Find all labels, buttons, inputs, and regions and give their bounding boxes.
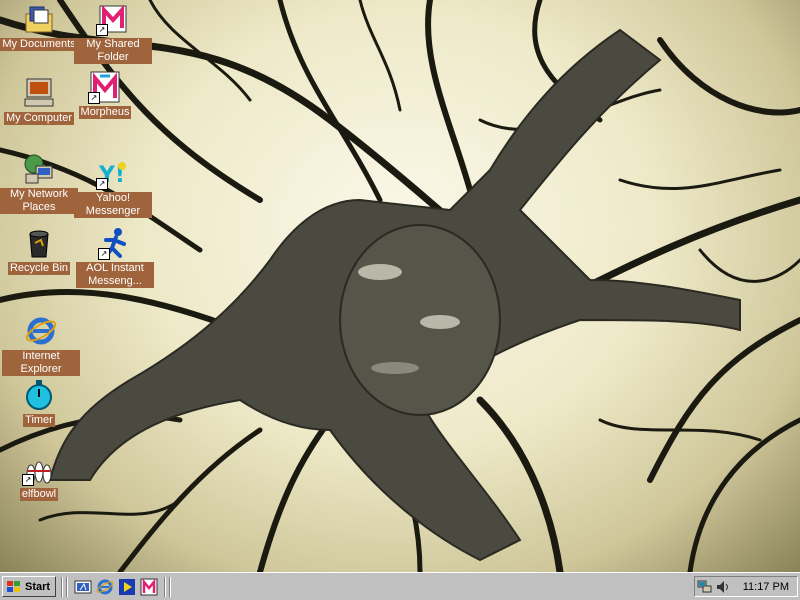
shortcut-arrow-icon: ↗ — [22, 474, 34, 486]
taskbar-separator — [61, 577, 63, 597]
network-icon[interactable] — [697, 579, 713, 595]
taskbar: Start 11:17 PM — [0, 572, 800, 600]
start-button[interactable]: Start — [2, 576, 56, 597]
desktop-icon-timer[interactable]: Timer — [0, 378, 78, 427]
bowling-pins-icon: ↗ — [22, 452, 56, 486]
desktop-icon-elfbowl[interactable]: ↗ elfbowl — [0, 452, 78, 501]
icon-label: elfbowl — [19, 488, 59, 501]
shortcut-arrow-icon: ↗ — [96, 178, 108, 190]
desktop-icon-my-shared-folder[interactable]: ↗ My Shared Folder — [74, 2, 152, 64]
shortcut-arrow-icon: ↗ — [88, 92, 100, 104]
clock[interactable]: 11:17 PM — [743, 581, 789, 593]
network-places-icon — [22, 152, 56, 186]
icon-label: My Shared Folder — [74, 38, 152, 64]
volume-icon[interactable] — [715, 579, 731, 595]
taskbar-separator — [164, 577, 166, 597]
icon-label: Recycle Bin — [7, 262, 71, 275]
aim-running-man-icon: ↗ — [98, 226, 132, 260]
shared-folder-icon: ↗ — [96, 2, 130, 36]
icon-label: Yahoo! Messenger — [74, 192, 152, 218]
yahoo-messenger-icon: Y! ↗ — [96, 156, 130, 190]
quick-launch-grip[interactable] — [66, 577, 68, 597]
desktop-icon-aol-instant-messenger[interactable]: ↗ AOL Instant Messeng... — [76, 226, 154, 288]
start-label: Start — [25, 580, 51, 593]
computer-icon — [22, 76, 56, 110]
morpheus-icon: ↗ — [88, 70, 122, 104]
system-tray: 11:17 PM — [694, 576, 798, 597]
media-player-icon[interactable] — [118, 578, 136, 596]
recycle-bin-icon — [22, 226, 56, 260]
desktop-icon-my-documents[interactable]: My Documents — [0, 2, 78, 51]
desktop[interactable]: My Documents My Computer My Network Plac… — [0, 0, 800, 572]
internet-explorer-icon[interactable] — [96, 578, 114, 596]
icon-label: Timer — [23, 414, 55, 427]
morpheus-icon[interactable] — [140, 578, 158, 596]
desktop-icon-recycle-bin[interactable]: Recycle Bin — [0, 226, 78, 275]
windows-logo-icon — [7, 580, 20, 592]
desktop-icon-internet-explorer[interactable]: Internet Explorer — [2, 314, 80, 376]
show-desktop-icon[interactable] — [74, 578, 92, 596]
icon-label: Morpheus — [78, 106, 132, 119]
folder-icon — [22, 2, 56, 36]
icon-label: My Documents — [0, 38, 78, 51]
task-area-grip[interactable] — [169, 577, 171, 597]
shortcut-arrow-icon: ↗ — [98, 248, 110, 260]
desktop-icon-morpheus[interactable]: ↗ Morpheus — [66, 70, 144, 119]
stopwatch-icon — [22, 378, 56, 412]
desktop-icon-yahoo-messenger[interactable]: Y! ↗ Yahoo! Messenger — [74, 156, 152, 218]
icon-label: My Network Places — [0, 188, 78, 214]
icon-label: My Computer — [3, 112, 75, 125]
internet-explorer-icon — [24, 314, 58, 348]
shortcut-arrow-icon: ↗ — [96, 24, 108, 36]
icon-label: AOL Instant Messeng... — [76, 262, 154, 288]
icon-label: Internet Explorer — [2, 350, 80, 376]
desktop-icon-my-network-places[interactable]: My Network Places — [0, 152, 78, 214]
